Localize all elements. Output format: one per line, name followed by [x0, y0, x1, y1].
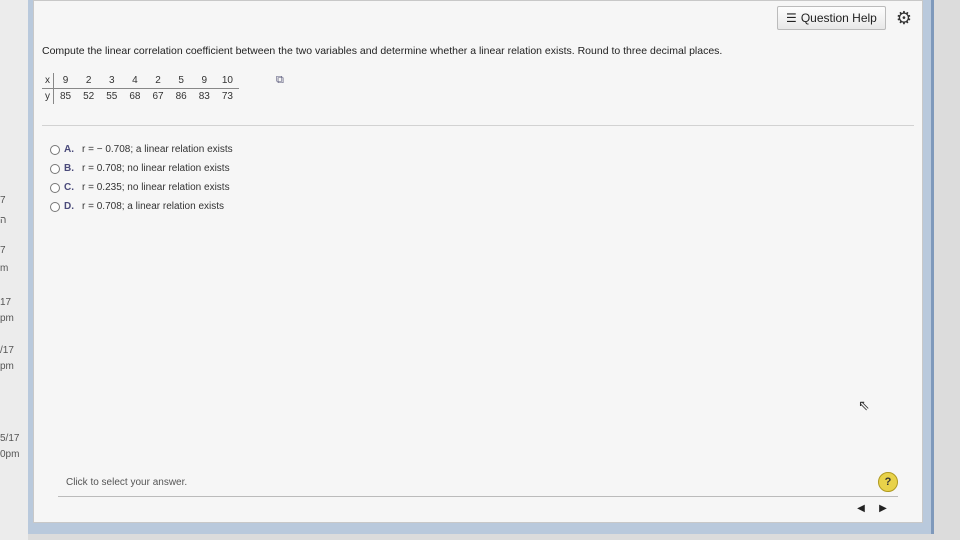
sidebar-text: pm — [0, 313, 14, 324]
option-c[interactable]: C. r = 0.235; no linear relation exists — [50, 178, 233, 197]
prev-icon[interactable]: ◀ — [850, 499, 872, 517]
top-toolbar: ☰ Question Help ⚙ — [777, 5, 912, 31]
x-value: 9 — [192, 73, 216, 89]
x-value: 4 — [123, 73, 147, 89]
option-text: r = − 0.708; a linear relation exists — [82, 144, 233, 155]
sidebar-text: ה — [0, 215, 7, 226]
radio-button[interactable] — [50, 182, 60, 193]
x-value: 3 — [100, 73, 124, 89]
table-row: x 9 2 3 4 2 5 9 10 — [42, 73, 239, 89]
y-value: 85 — [60, 91, 72, 102]
gear-icon[interactable]: ⚙ — [896, 8, 912, 29]
navigation-controls: ◀ ▶ — [850, 499, 894, 517]
next-icon[interactable]: ▶ — [872, 499, 894, 517]
option-d[interactable]: D. r = 0.708; a linear relation exists — [50, 197, 233, 216]
option-letter: C. — [64, 182, 74, 193]
option-text: r = 0.708; a linear relation exists — [82, 201, 225, 212]
y-value: 52 — [83, 91, 95, 102]
y-value: 55 — [106, 91, 118, 102]
sidebar-text: 7 — [0, 245, 6, 256]
y-value: 83 — [198, 91, 210, 102]
question-help-button[interactable]: ☰ Question Help — [777, 6, 886, 30]
sidebar-text: 5/17 — [0, 433, 20, 444]
divider — [42, 125, 914, 126]
footer-divider — [58, 496, 898, 497]
x-value: 2 — [146, 73, 170, 89]
option-text: r = 0.235; no linear relation exists — [82, 182, 230, 193]
option-a[interactable]: A. r = − 0.708; a linear relation exists — [50, 140, 233, 159]
y-value: 68 — [129, 91, 141, 102]
sidebar-text: 7 — [0, 195, 6, 206]
option-text: r = 0.708; no linear relation exists — [82, 163, 230, 174]
answer-options: A. r = − 0.708; a linear relation exists… — [50, 140, 233, 216]
y-value: 73 — [221, 91, 233, 102]
option-b[interactable]: B. r = 0.708; no linear relation exists — [50, 159, 233, 178]
copy-icon[interactable]: ⧉ — [276, 74, 284, 87]
x-value: 10 — [215, 73, 239, 89]
radio-button[interactable] — [50, 201, 60, 212]
question-text: Compute the linear correlation coefficie… — [42, 45, 723, 57]
row-label-y: y — [42, 88, 54, 104]
row-label-x: x — [42, 73, 54, 89]
table-row: y 85 52 55 68 67 86 83 73 — [42, 88, 239, 104]
x-value: 9 — [53, 73, 78, 89]
question-help-label: Question Help — [800, 11, 877, 25]
question-panel: ☰ Question Help ⚙ Compute the linear cor… — [33, 0, 923, 523]
left-sidebar-strip: 7 ה 7 m 17 pm /17 pm 5/17 0pm — [0, 0, 28, 540]
radio-button[interactable] — [50, 144, 60, 155]
instruction-text: Click to select your answer. — [66, 477, 188, 488]
option-letter: D. — [64, 201, 74, 212]
x-value: 5 — [169, 73, 193, 89]
option-letter: B. — [64, 163, 74, 174]
sidebar-text: pm — [0, 361, 14, 372]
y-value: 86 — [175, 91, 187, 102]
sidebar-text: 0pm — [0, 449, 20, 460]
data-table: x 9 2 3 4 2 5 9 10 y 85 52 55 68 67 86 8… — [42, 73, 239, 104]
y-value: 67 — [152, 91, 164, 102]
sidebar-text: m — [0, 263, 9, 274]
help-button[interactable]: ? — [878, 472, 898, 492]
sidebar-text: /17 — [0, 345, 14, 356]
radio-button[interactable] — [50, 163, 60, 174]
option-letter: A. — [64, 144, 74, 155]
mouse-cursor-icon: ⇖ — [858, 397, 870, 413]
sidebar-text: 17 — [0, 297, 12, 308]
list-icon: ☰ — [786, 11, 797, 25]
x-value: 2 — [77, 73, 101, 89]
